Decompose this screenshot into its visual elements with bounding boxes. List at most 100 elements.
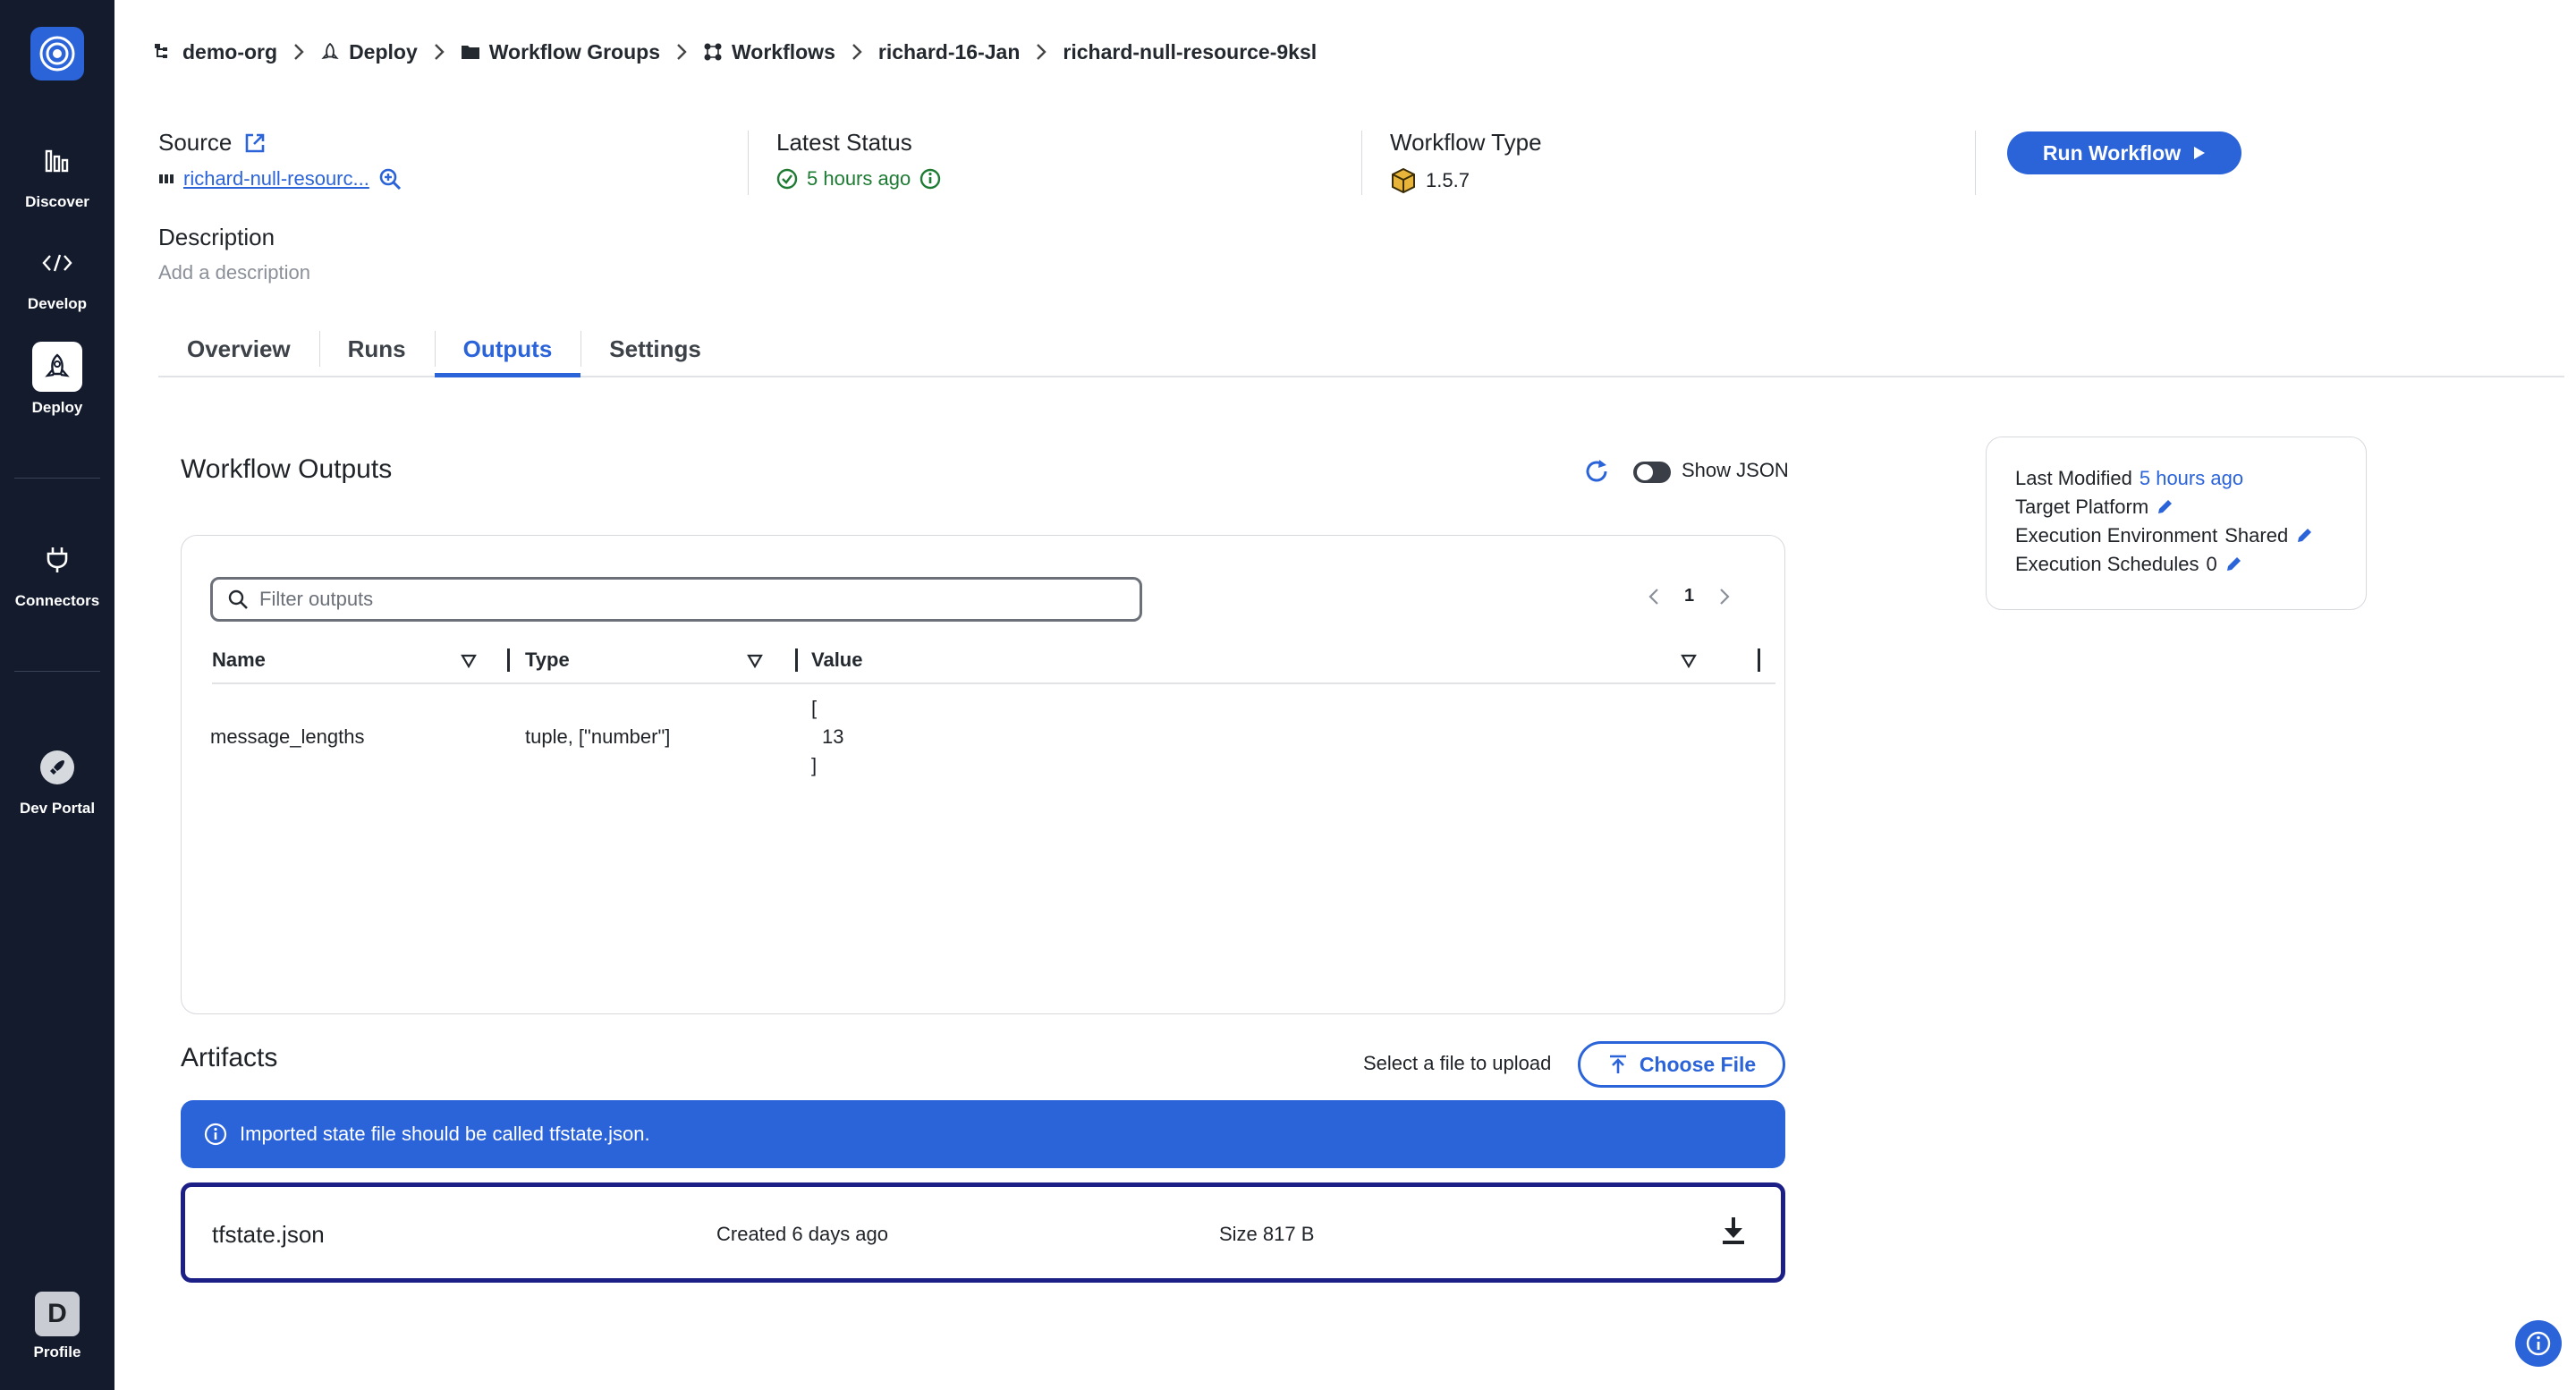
search-icon	[228, 589, 248, 609]
choose-file-button[interactable]: Choose File	[1578, 1041, 1785, 1088]
tab-runs[interactable]: Runs	[318, 322, 435, 376]
meta-target-platform: Target Platform	[2015, 493, 2366, 521]
source-title: Source	[158, 129, 233, 156]
chevron-right-icon	[676, 43, 687, 61]
info-banner: Imported state file should be called tfs…	[181, 1100, 1785, 1168]
external-link-icon[interactable]	[244, 132, 266, 154]
org-tree-icon	[155, 44, 167, 58]
description-input[interactable]: Add a description	[158, 261, 310, 284]
tab-settings[interactable]: Settings	[580, 322, 730, 376]
filter-triangle-icon[interactable]	[747, 654, 763, 668]
breadcrumb: demo-org Deploy Workflow Groups Workflow…	[154, 36, 1317, 68]
sidebar: Discover Develop Deploy Connectors Dev P…	[0, 0, 114, 1390]
pagination: 1	[1648, 586, 1730, 606]
artifacts-title: Artifacts	[181, 1043, 278, 1072]
plug-icon	[47, 547, 68, 572]
pencil-icon[interactable]	[2156, 498, 2174, 516]
page-number[interactable]: 1	[1684, 586, 1694, 606]
sidebar-item-develop[interactable]: Develop	[0, 238, 114, 313]
folder-icon	[461, 46, 479, 59]
meta-execution-schedules: Execution Schedules 0	[2015, 550, 2366, 579]
workflow-type-value: 1.5.7	[1426, 169, 1470, 191]
filter-outputs-input[interactable]	[259, 588, 1064, 611]
cell-value-line: [	[811, 697, 818, 719]
filter-triangle-icon[interactable]	[1681, 654, 1697, 668]
column-resizer[interactable]	[795, 648, 798, 672]
sidebar-divider	[14, 478, 100, 479]
tab-overview[interactable]: Overview	[158, 322, 319, 376]
sidebar-item-deploy[interactable]: Deploy	[0, 342, 114, 417]
chevron-right-icon	[293, 43, 304, 61]
logo-icon	[39, 36, 75, 72]
sidebar-item-label: Develop	[27, 295, 88, 312]
deploy-icon	[321, 42, 339, 60]
info-icon	[204, 1123, 227, 1146]
filter-outputs-field[interactable]	[210, 577, 1142, 622]
sidebar-item-connectors[interactable]: Connectors	[0, 535, 114, 610]
cell-name: message_lengths	[210, 725, 365, 748]
bar-chart-icon	[45, 149, 69, 173]
chevron-right-icon	[1036, 43, 1047, 61]
sidebar-item-label: Dev Portal	[19, 800, 96, 817]
info-icon	[2526, 1331, 2551, 1356]
workflow-type-block: Workflow Type 1.5.7	[1390, 129, 1542, 194]
meta-last-modified: Last Modified 5 hours ago	[2015, 467, 2244, 489]
refresh-icon[interactable]	[1583, 458, 1610, 485]
breadcrumb-item-workflow-groups[interactable]: Workflow Groups	[461, 40, 660, 64]
help-button[interactable]	[2515, 1320, 2562, 1367]
source-link[interactable]: richard-null-resourc...	[183, 167, 369, 191]
deploy-icon	[45, 353, 70, 377]
sidebar-item-label: Deploy	[31, 399, 83, 416]
breadcrumb-item-workflows[interactable]: Workflows	[703, 40, 835, 64]
cell-value-line: 13	[822, 725, 844, 748]
artifact-row[interactable]: tfstate.json Created 6 days ago Size 817…	[181, 1182, 1785, 1283]
divider	[1361, 131, 1362, 195]
tab-bar: Overview Runs Outputs Settings	[158, 322, 2564, 377]
source-block: Source richard-null-resourc...	[158, 129, 402, 191]
zoom-in-icon[interactable]	[378, 167, 402, 191]
download-icon[interactable]	[1720, 1216, 1747, 1246]
check-circle-icon	[776, 168, 798, 190]
column-resizer[interactable]	[507, 648, 510, 672]
rocket-icon	[40, 750, 74, 784]
show-json-label: Show JSON	[1682, 459, 1789, 481]
show-json-toggle[interactable]	[1633, 462, 1671, 483]
tab-outputs[interactable]: Outputs	[434, 322, 581, 377]
status-value: 5 hours ago	[807, 167, 911, 190]
chevron-right-icon[interactable]	[1719, 588, 1730, 606]
breadcrumb-item-current: richard-null-resource-9ksl	[1063, 39, 1318, 64]
app-logo[interactable]	[30, 27, 84, 81]
run-workflow-button[interactable]: Run Workflow	[2007, 131, 2241, 174]
column-header-name[interactable]: Name	[212, 638, 266, 682]
terraform-cube-icon	[1392, 167, 1415, 194]
pencil-icon[interactable]	[2224, 555, 2242, 573]
upload-icon	[1609, 1055, 1626, 1073]
column-header-value[interactable]: Value	[811, 638, 862, 682]
table-header: Name Type Value	[212, 638, 1775, 684]
banner-text: Imported state file should be called tfs…	[240, 1123, 650, 1145]
chevron-right-icon	[434, 43, 445, 61]
execution-schedules-value: 0	[2206, 553, 2217, 575]
sidebar-divider	[14, 671, 100, 672]
sidebar-item-dev-portal[interactable]: Dev Portal	[0, 742, 114, 818]
chevron-left-icon[interactable]	[1648, 588, 1659, 606]
divider	[748, 131, 749, 195]
toggle-knob	[1637, 464, 1653, 480]
column-header-type[interactable]: Type	[525, 638, 570, 682]
workflow-outputs-title: Workflow Outputs	[181, 454, 393, 484]
filter-triangle-icon[interactable]	[461, 654, 477, 668]
breadcrumb-item-org[interactable]: demo-org	[154, 40, 277, 64]
upload-label: Select a file to upload	[1363, 1052, 1552, 1074]
breadcrumb-item-deploy[interactable]: Deploy	[320, 40, 418, 64]
workflow-meta-card: Last Modified 5 hours ago Target Platfor…	[1986, 436, 2367, 610]
pencil-icon[interactable]	[2295, 527, 2313, 545]
breadcrumb-item-group[interactable]: richard-16-Jan	[878, 40, 1021, 64]
sidebar-item-profile[interactable]: D Profile	[0, 1292, 114, 1361]
sidebar-item-label: Discover	[25, 193, 89, 210]
artifact-created: Created 6 days ago	[716, 1223, 889, 1245]
info-icon[interactable]	[919, 168, 941, 190]
artifact-name: tfstate.json	[212, 1221, 325, 1248]
sidebar-item-discover[interactable]: Discover	[0, 136, 114, 211]
last-modified-value: 5 hours ago	[2139, 467, 2244, 489]
column-resizer[interactable]	[1758, 648, 1760, 672]
